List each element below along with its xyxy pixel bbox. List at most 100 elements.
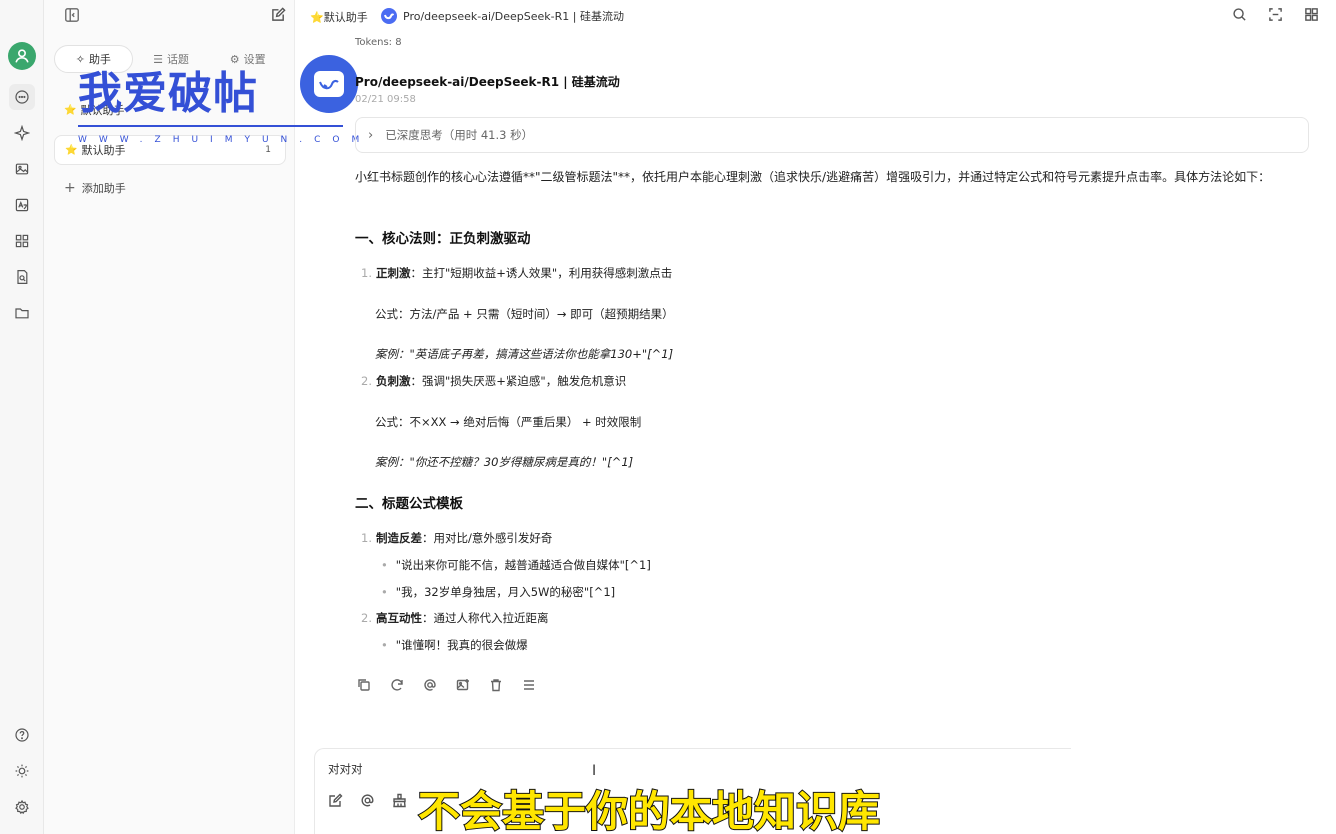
list-item-text: ：强调"损失厌恶+紧迫感"，触发危机意识 (410, 374, 627, 388)
model-selector[interactable]: Pro/deepseek-ai/DeepSeek-R1 | 硅基流动 (381, 8, 624, 24)
clear-context-button[interactable] (392, 793, 408, 809)
layout-button[interactable] (1304, 7, 1320, 23)
whale-icon (314, 71, 344, 97)
list-number: 1. (361, 531, 372, 545)
list-item: 2. 高互动性：通过人称代入拉近距离 (361, 610, 548, 626)
top-bar-actions (1232, 7, 1320, 23)
bullet-item: • "谁懂啊！我真的很会做爆 (381, 637, 528, 653)
help-button[interactable] (9, 722, 35, 748)
section-heading: 二、标题公式模板 (355, 496, 463, 512)
list-item-text: ：用对比/意外感引发好奇 (421, 531, 553, 545)
list-item: 1. 制造反差：用对比/意外感引发好奇 (361, 530, 552, 546)
fullscreen-button[interactable] (1268, 7, 1284, 23)
more-menu-button[interactable] (522, 678, 538, 694)
message-timestamp: 02/21 09:58 (355, 94, 416, 105)
files-nav-button[interactable] (9, 300, 35, 326)
watermark-logo (300, 55, 358, 113)
section-heading: 一、核心法则：正负刺激驱动 (355, 231, 531, 247)
list-item: 2. 负刺激：强调"损失厌恶+紧迫感"，触发危机意识 (361, 373, 626, 389)
copy-button[interactable] (357, 678, 373, 694)
watermark-url: WWW.ZHUIMYUN.COM (78, 135, 372, 145)
bullet-dot: • (381, 558, 388, 572)
search-icon (1233, 8, 1246, 21)
current-assistant-label: ⭐默认助手 (310, 11, 368, 24)
chat-nav-button[interactable] (9, 84, 35, 110)
regenerate-button[interactable] (390, 678, 406, 694)
bullet-text: "谁懂啊！我真的很会做爆 (395, 638, 528, 652)
folder-icon (15, 308, 29, 319)
list-item: 1. 正刺激：主打"短期收益+诱人效果"，利用获得感刺激点击 (361, 265, 672, 281)
input-toolbar (328, 793, 408, 809)
top-bar: ⭐默认助手 Pro/deepseek-ai/DeepSeek-R1 | 硅基流动 (272, 0, 1336, 32)
add-assistant-button[interactable]: + 添加助手 (64, 180, 126, 196)
edit-icon (329, 793, 343, 807)
image-add-icon (456, 679, 469, 691)
mention-model-button[interactable] (423, 678, 439, 694)
chat-icon (15, 90, 29, 104)
current-assistant[interactable]: ⭐默认助手 (310, 9, 368, 25)
delete-button[interactable] (489, 678, 505, 694)
image-nav-button[interactable] (9, 156, 35, 182)
sidebar-toggle-icon (65, 8, 79, 22)
help-icon (15, 728, 29, 742)
new-topic-button[interactable] (271, 7, 289, 25)
list-number: 1. (361, 266, 372, 280)
bullet-text: "我，32岁单身独居，月入5W的秘密"[^1] (395, 585, 616, 599)
message-intro: 小红书标题创作的核心心法遵循**"二级管标题法"**，依托用户本能心理刺激（追求… (355, 170, 1271, 184)
list-item-text: ：通过人称代入拉近距离 (421, 611, 549, 625)
translate-nav-button[interactable] (9, 192, 35, 218)
thinking-collapse[interactable]: › 已深度思考（用时 41.3 秒） (355, 117, 1309, 153)
agents-nav-button[interactable] (9, 120, 35, 146)
formula-text: 公式：不×XX → 绝对后悔（严重后果） + 时效限制 (375, 415, 642, 429)
message-actions (357, 678, 538, 694)
document-search-icon (17, 270, 28, 284)
menu-icon (524, 680, 534, 690)
trash-icon (491, 679, 501, 692)
bullet-dot: • (381, 638, 388, 652)
deepseek-logo-icon (381, 8, 397, 24)
formula-text: 公式：方法/产品 + 只需（短时间）→ 即可（超预期结果） (375, 307, 674, 321)
refresh-icon (391, 679, 403, 691)
chevron-right-icon: › (368, 127, 374, 143)
mention-tool-button[interactable] (360, 793, 376, 809)
export-image-button[interactable] (456, 678, 472, 694)
list-number: 2. (361, 374, 372, 388)
list-number: 2. (361, 611, 372, 625)
bullet-item: • "说出来你可能不信，越普通越适合做自媒体"[^1] (381, 557, 651, 573)
edit-icon (272, 7, 286, 21)
message-model-name: Pro/deepseek-ai/DeepSeek-R1 | 硅基流动 (355, 75, 620, 89)
watermark-text: 我爱破帖 (78, 68, 258, 119)
add-assistant-label: 添加助手 (81, 182, 126, 195)
case-text: 案例："你还不控糖？30岁得糖尿病是真的！"[^1] (375, 455, 634, 469)
bullet-item: • "我，32岁单身独居，月入5W的秘密"[^1] (381, 584, 615, 600)
sidebar-toggle-button[interactable] (64, 7, 82, 25)
layout-grid-icon (1305, 8, 1318, 21)
theme-button[interactable] (9, 758, 35, 784)
token-count: Tokens: 8 (355, 37, 402, 48)
apps-nav-button[interactable] (9, 228, 35, 254)
image-icon (15, 163, 29, 175)
user-avatar[interactable] (8, 42, 36, 70)
translate-icon (15, 198, 29, 212)
chat-input[interactable]: 对对对 (328, 761, 363, 777)
watermark-underline (78, 125, 343, 127)
list-item-title: 负刺激 (375, 374, 411, 388)
at-icon (361, 794, 374, 807)
text-cursor-icon: I (592, 763, 597, 779)
broom-icon (393, 793, 406, 808)
watermark-overlay: 我爱破帖 WWW.ZHUIMYUN.COM (78, 52, 368, 148)
search-button[interactable] (1232, 7, 1248, 23)
copy-icon (358, 679, 370, 691)
star-icon: ⭐ (65, 144, 78, 156)
list-item-title: 制造反差 (375, 531, 422, 545)
grid-icon (15, 234, 29, 248)
icon-rail (0, 0, 44, 834)
new-topic-tool-button[interactable] (328, 793, 344, 809)
bullet-dot: • (381, 585, 388, 599)
knowledge-nav-button[interactable] (9, 264, 35, 290)
model-selector-label: Pro/deepseek-ai/DeepSeek-R1 | 硅基流动 (403, 10, 624, 23)
settings-button[interactable] (9, 794, 35, 820)
list-item-text: ：主打"短期收益+诱人效果"，利用获得感刺激点击 (410, 266, 673, 280)
sun-icon (15, 764, 29, 778)
list-item-title: 高互动性 (375, 611, 422, 625)
